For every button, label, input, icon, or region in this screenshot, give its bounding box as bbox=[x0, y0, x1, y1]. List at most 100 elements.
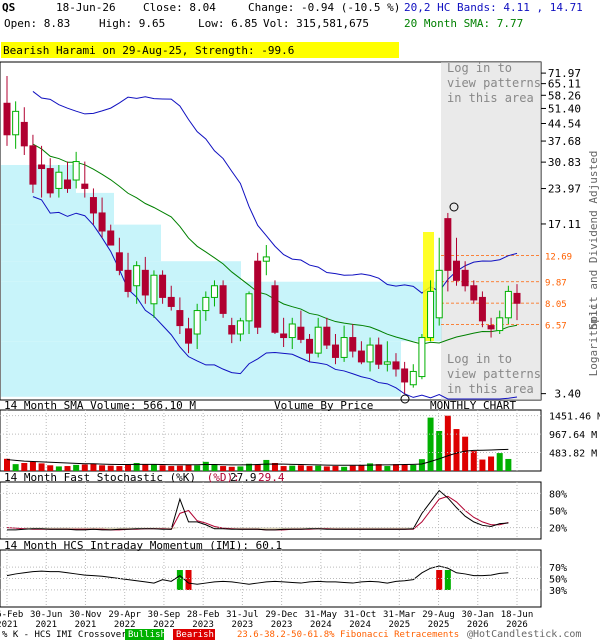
candle-body-28 bbox=[245, 293, 253, 322]
volume-bar-42 bbox=[367, 463, 374, 471]
volume-bar-57 bbox=[496, 453, 503, 471]
volume-tick-label-0: 1451.46 M bbox=[549, 412, 600, 423]
candle-body-1 bbox=[12, 110, 20, 136]
candle-body-20 bbox=[176, 310, 184, 327]
date-tick-year-9: 2024 bbox=[349, 620, 371, 630]
candle-body-26 bbox=[228, 325, 236, 335]
candle-body-49 bbox=[427, 290, 435, 339]
volume-bar-50 bbox=[436, 430, 443, 471]
volume-bar-53 bbox=[462, 436, 469, 471]
volume-bar-40 bbox=[349, 465, 356, 471]
imi-title: 14 Month HCS Intraday Momentum (IMI): 60… bbox=[4, 539, 282, 552]
date-tick-label-5: 28-Feb bbox=[187, 610, 220, 620]
price-tick-label-5: 37.68 bbox=[548, 135, 581, 148]
price-tick-label-4: 44.54 bbox=[548, 117, 581, 130]
crossover-legend-label: % K - HCS IMI Crossover: bbox=[2, 630, 132, 640]
volume-bar-54 bbox=[470, 451, 477, 471]
price-tick-label-7: 23.97 bbox=[548, 183, 581, 196]
candle-body-19 bbox=[167, 296, 175, 307]
candle-body-33 bbox=[288, 323, 296, 339]
date-tick-year-11: 2025 bbox=[428, 620, 450, 630]
stochastic-tick-label-0: 80% bbox=[549, 489, 567, 500]
candle-body-48 bbox=[418, 337, 426, 378]
volume-bar-38 bbox=[332, 466, 339, 471]
candle-body-38 bbox=[331, 344, 339, 358]
candle-body-25 bbox=[219, 285, 227, 314]
login-note-bottom-line-2[interactable]: view patterns bbox=[447, 367, 541, 381]
price-tick-label-2: 58.26 bbox=[548, 89, 581, 102]
volume-bar-48 bbox=[418, 459, 425, 471]
volume-bar-49 bbox=[427, 417, 434, 471]
volume-bar-51 bbox=[444, 415, 451, 471]
adjusted-label: Split and Dividend Adjusted bbox=[587, 151, 600, 330]
fibonacci-note: 23.6-38.2-50-61.8% Fibonacci Retracement… bbox=[237, 630, 459, 640]
volume-bar-0 bbox=[4, 458, 10, 471]
candle-body-29 bbox=[254, 260, 262, 328]
date-tick-label-2: 30-Nov bbox=[69, 610, 102, 620]
login-note-top-line-2[interactable]: view patterns bbox=[447, 76, 541, 90]
volume-bar-39 bbox=[341, 466, 348, 471]
candle-body-10 bbox=[89, 197, 97, 214]
login-note-top-line-3[interactable]: in this area bbox=[447, 91, 534, 105]
price-tick-label-8: 17.11 bbox=[548, 218, 581, 231]
volume-bar-36 bbox=[315, 465, 322, 471]
date-tick-label-0: 26-Feb bbox=[0, 610, 23, 620]
volume-bar-37 bbox=[323, 466, 330, 471]
volume-by-price-label: Volume By Price bbox=[274, 399, 373, 412]
header: QS 18-Jun-26 Close: 8.04 Change: -0.94 (… bbox=[2, 1, 583, 30]
price-axis: 71.9765.1158.2651.4044.5437.6830.8323.97… bbox=[541, 67, 581, 401]
candle-body-5 bbox=[46, 168, 54, 194]
symbol: QS bbox=[2, 1, 15, 14]
date-tick-year-5: 2023 bbox=[192, 620, 214, 630]
candle-body-42 bbox=[366, 344, 374, 363]
vbp-band-b bbox=[1, 192, 114, 225]
login-note-top-line-1[interactable]: Log in to bbox=[447, 61, 512, 75]
candle-body-46 bbox=[401, 368, 409, 383]
volume-bar-58 bbox=[505, 458, 512, 471]
footer: % K - HCS IMI Crossover: Bullish Bearish… bbox=[2, 629, 581, 640]
candle-body-43 bbox=[375, 344, 383, 365]
open-value: Open: 8.83 bbox=[4, 17, 70, 30]
fib-label-1: 9.87 bbox=[545, 279, 567, 289]
candle-body-24 bbox=[210, 285, 218, 298]
low-value: Low: 6.85 bbox=[198, 17, 258, 30]
date-tick-label-12: 30-Jan bbox=[462, 610, 495, 620]
candle-body-35 bbox=[306, 338, 314, 354]
candle-body-4 bbox=[38, 164, 46, 170]
stochastic-title-prefix: 14 Month Fast Stochastic (%K) bbox=[4, 471, 196, 484]
login-note-bottom-line-3[interactable]: in this area bbox=[447, 382, 534, 396]
volume-tick-label-1: 967.64 M bbox=[549, 430, 597, 441]
crossover-marker-2 bbox=[436, 570, 443, 590]
login-note-bottom-line-1[interactable]: Log in to bbox=[447, 352, 512, 366]
candle-body-6 bbox=[55, 171, 63, 189]
date-tick-label-3: 29-Apr bbox=[108, 610, 141, 620]
copyright[interactable]: @HotCandlestick.com bbox=[467, 629, 581, 640]
date-tick-label-13: 18-Jun bbox=[501, 610, 534, 620]
bearish-label: Bearish bbox=[176, 630, 214, 640]
imi-tick-label-0: 70% bbox=[549, 563, 567, 574]
volume-bar-10 bbox=[90, 463, 97, 471]
candle-body-53 bbox=[461, 269, 469, 287]
candle-body-47 bbox=[409, 370, 417, 386]
candle-body-11 bbox=[98, 212, 106, 232]
vbp-band-c bbox=[1, 224, 161, 262]
candle-body-37 bbox=[323, 326, 331, 346]
date-tick-label-1: 30-Jun bbox=[30, 610, 63, 620]
volume-bar-33 bbox=[289, 465, 296, 471]
candle-body-52 bbox=[452, 260, 460, 281]
date-tick-year-2: 2021 bbox=[75, 620, 97, 630]
price-tick-label-3: 51.40 bbox=[548, 102, 581, 115]
candle-body-51 bbox=[444, 218, 452, 271]
date-tick-year-6: 2023 bbox=[232, 620, 254, 630]
date-tick-label-10: 31-Mar bbox=[383, 610, 416, 620]
volume-bar-17 bbox=[150, 464, 157, 471]
volume-value: Vol: 315,581,675 bbox=[263, 17, 369, 30]
date-tick-label-9: 31-Oct bbox=[344, 610, 377, 620]
volume-bar-46 bbox=[401, 464, 408, 471]
date-tick-year-7: 2023 bbox=[271, 620, 293, 630]
candle-body-34 bbox=[297, 326, 305, 340]
imi-tick-label-1: 50% bbox=[549, 575, 567, 586]
volume-bar-41 bbox=[358, 465, 365, 471]
candle-body-16 bbox=[141, 269, 149, 296]
volume-bar-30 bbox=[263, 459, 270, 471]
